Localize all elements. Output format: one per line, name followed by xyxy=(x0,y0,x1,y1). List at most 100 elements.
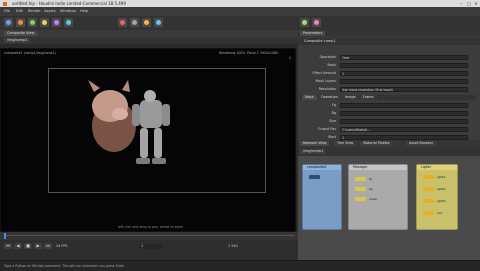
node-pill[interactable] xyxy=(355,187,366,191)
menu-bar: File Edit Render Assets Windows Help xyxy=(0,7,480,16)
viewer-path[interactable]: /img/comp1 xyxy=(4,38,31,43)
param-label: Effect Amount xyxy=(312,71,337,75)
tool-icon xyxy=(144,20,149,25)
tab-tree-view[interactable]: Tree View xyxy=(334,141,357,146)
menu-assets[interactable]: Assets xyxy=(44,9,56,13)
render-image xyxy=(88,80,170,164)
shelf-tool-11[interactable] xyxy=(300,18,309,27)
tab-network-view[interactable]: Network View xyxy=(300,141,330,146)
play-button[interactable]: ▶ xyxy=(34,243,42,249)
tool-icon xyxy=(302,20,307,25)
shelf-tool-7[interactable] xyxy=(118,18,127,27)
menu-render[interactable]: Render xyxy=(28,9,41,13)
robot-leg-shape xyxy=(140,128,148,158)
node-pill[interactable] xyxy=(355,197,366,201)
network-box-manager[interactable]: Manager fg bg mask xyxy=(348,164,408,230)
shelf-tool-9[interactable] xyxy=(142,18,151,27)
pig-ear-shape xyxy=(122,80,130,92)
shelf-tool-4[interactable] xyxy=(40,18,49,27)
viewer-pathbar: /img/comp1 xyxy=(0,37,298,44)
node-pill[interactable] xyxy=(423,211,434,215)
current-frame-field[interactable]: 1 xyxy=(140,244,163,249)
subtab-mask[interactable]: Mask xyxy=(302,95,317,100)
shelf-tool-1[interactable] xyxy=(4,18,13,27)
shelf-tool-5[interactable] xyxy=(52,18,61,27)
subtab-image[interactable]: Image xyxy=(342,95,359,100)
node-pill[interactable] xyxy=(423,199,434,203)
timeline-playhead[interactable] xyxy=(4,233,6,239)
status-bar: Type a Python or HScript command. This w… xyxy=(0,260,480,271)
param-bg-field[interactable] xyxy=(340,110,468,116)
node-label: bg xyxy=(369,187,373,191)
jump-start-button[interactable]: ⏮ xyxy=(4,243,12,249)
node-label: light3 xyxy=(437,199,446,203)
param-output-field[interactable]: C:\users\Digital\... xyxy=(340,126,468,132)
tool-icon xyxy=(66,20,71,25)
tab-parameters[interactable]: Parameters xyxy=(300,31,326,36)
node-pill[interactable] xyxy=(423,187,434,191)
minimize-button[interactable]: – xyxy=(458,1,464,6)
status-text: Type a Python or HScript command. This w… xyxy=(4,264,125,268)
step-back-button[interactable]: ◀ xyxy=(14,243,22,249)
menu-file[interactable]: File xyxy=(4,9,10,13)
robot-leg-shape xyxy=(154,128,162,158)
param-size-field[interactable] xyxy=(340,118,468,124)
menu-help[interactable]: Help xyxy=(80,9,88,13)
param-label: Operation xyxy=(319,55,336,59)
shelf-tool-10[interactable] xyxy=(154,18,163,27)
shelf-tool-12[interactable] xyxy=(312,18,321,27)
param-operation-menu[interactable]: Over xyxy=(340,54,468,60)
tab-asset-browser[interactable]: Asset Browser xyxy=(406,141,437,146)
timeline-bar[interactable] xyxy=(0,232,298,240)
network-box-composite[interactable]: compositeA xyxy=(302,164,342,230)
network-pathbar: /img/comp1 xyxy=(298,148,480,156)
network-box-lights[interactable]: Lights light1 light2 light3 env xyxy=(416,164,458,230)
maximize-button[interactable]: □ xyxy=(466,1,472,6)
menu-edit[interactable]: Edit xyxy=(16,9,23,13)
jump-end-button[interactable]: ⏭ xyxy=(44,243,52,249)
network-box-title: Lights xyxy=(417,165,457,170)
node-pill[interactable] xyxy=(355,177,366,181)
tab-composite-view[interactable]: Composite View xyxy=(4,31,38,36)
robot-arm-shape xyxy=(162,104,170,126)
param-label: Mask Layers xyxy=(315,79,336,83)
network-canvas[interactable]: compositeA Manager fg bg mask Lights lig… xyxy=(298,156,480,260)
param-fg-field[interactable] xyxy=(340,102,468,108)
tab-material-palette[interactable]: Material Palette xyxy=(360,141,393,146)
param-label: Bg xyxy=(331,111,336,115)
param-resolution-menu[interactable]: Use input resolution (first input) xyxy=(340,86,468,92)
network-tabbar: Network View Tree View Material Palette … xyxy=(298,140,480,148)
tool-icon xyxy=(30,20,35,25)
robot-head-shape xyxy=(144,90,156,102)
param-mask-field[interactable] xyxy=(340,62,468,68)
param-effect-field[interactable]: 1 xyxy=(340,70,468,76)
stop-button[interactable]: ■ xyxy=(24,243,32,249)
param-row-masklayers: Mask Layers xyxy=(300,78,476,84)
menu-windows[interactable]: Windows xyxy=(60,9,76,13)
shelf-tool-8[interactable] xyxy=(130,18,139,27)
param-start-field[interactable]: 1 xyxy=(340,134,468,140)
node-label: light1 xyxy=(437,175,446,179)
window-titlebar: untitled.hip - Houdini Indie Limited-Com… xyxy=(0,0,480,7)
shelf-tool-3[interactable] xyxy=(28,18,37,27)
window-title: untitled.hip - Houdini Indie Limited-Com… xyxy=(12,1,126,6)
subtab-frame[interactable]: Frame xyxy=(360,95,377,100)
tool-icon xyxy=(18,20,23,25)
viewport-node-label: composite1 (comp1/img/comp1) xyxy=(4,51,56,55)
subtab-operation[interactable]: Operation xyxy=(318,95,341,100)
param-masklayers-field[interactable] xyxy=(340,78,468,84)
tool-icon xyxy=(42,20,47,25)
shelf-tool-2[interactable] xyxy=(16,18,25,27)
param-row-output: Output Pos C:\users\Digital\... xyxy=(300,126,476,132)
node-pill[interactable] xyxy=(423,175,434,179)
tool-icon xyxy=(314,20,319,25)
houdini-app-icon xyxy=(3,1,7,6)
close-button[interactable]: ✕ xyxy=(473,1,479,6)
shelf-toolbar xyxy=(0,16,480,31)
network-path[interactable]: /img/comp1 xyxy=(300,149,327,154)
shelf-tool-6[interactable] xyxy=(64,18,73,27)
node-pill[interactable] xyxy=(309,175,320,179)
viewport-frame-label: 1 xyxy=(289,56,292,60)
robot-foot-shape xyxy=(136,158,150,164)
viewer-tabbar: Composite View xyxy=(0,30,298,37)
